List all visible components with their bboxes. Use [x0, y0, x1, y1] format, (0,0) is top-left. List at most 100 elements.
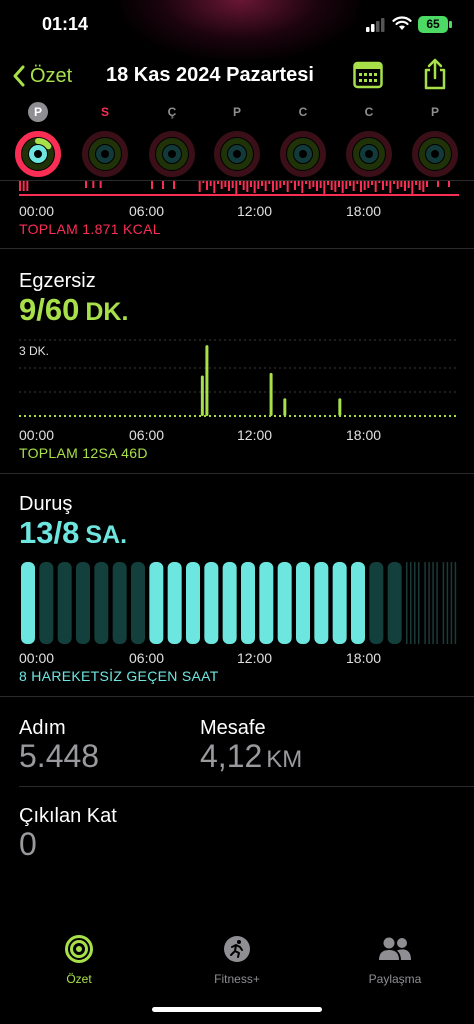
move-bar: [411, 181, 414, 194]
battery-icon: 65: [418, 16, 452, 33]
axis-label: 18:00: [346, 203, 382, 219]
move-bar: [338, 181, 340, 187]
stand-empty-slot: [414, 562, 416, 644]
move-bar: [389, 181, 392, 193]
stand-unit: SA.: [85, 521, 128, 549]
stand-empty-slot: [450, 562, 453, 644]
day-label: S: [100, 105, 109, 119]
stand-bar-inactive: [57, 562, 72, 644]
stand-empty-slot: [428, 562, 430, 644]
nav-bar: Özet 18 Kas 2024 Pazartesi: [0, 56, 474, 96]
move-axis: 00:00 06:00 12:00 18:00: [19, 203, 459, 219]
move-bar: [268, 181, 271, 184]
move-bar: [286, 181, 289, 192]
stand-bar-inactive: [387, 562, 402, 644]
back-button[interactable]: Özet: [12, 58, 72, 94]
runner-icon: [224, 936, 250, 962]
stand-bar-active: [149, 562, 164, 644]
axis-label: 06:00: [129, 650, 165, 666]
exercise-bar: [338, 398, 342, 416]
day-2[interactable]: Ç: [147, 102, 197, 178]
move-bar: [275, 181, 278, 190]
day-0[interactable]: P: [13, 102, 63, 178]
stand-empty-slot: [442, 562, 445, 644]
stand-bar-inactive: [131, 562, 145, 644]
exercise-bar: [283, 398, 287, 416]
stand-value: 13/8 SA.: [19, 515, 127, 551]
steps-label: Adım: [19, 717, 66, 739]
home-indicator: [152, 1007, 322, 1012]
axis-label: 12:00: [237, 650, 273, 666]
move-chart: [19, 181, 459, 196]
stand-bar-inactive: [94, 562, 109, 644]
tab-summary[interactable]: Özet: [29, 934, 129, 986]
distance-amount: 4,12: [200, 738, 263, 774]
day-5[interactable]: C: [344, 102, 394, 178]
calendar-icon[interactable]: [353, 61, 383, 89]
move-bar: [99, 181, 102, 188]
stand-bar-inactive: [112, 562, 127, 644]
day-4[interactable]: C: [278, 102, 328, 178]
exercise-total: TOPLAM 12SA 46D: [19, 445, 148, 461]
floors-label: Çıkılan Kat: [19, 805, 117, 827]
stand-bar-active: [167, 562, 182, 644]
stand-bar-active: [351, 562, 365, 644]
stand-empty-slot: [424, 562, 426, 644]
chevron-left-icon: [13, 65, 25, 87]
move-bar: [261, 181, 263, 186]
stand-bar-active: [259, 562, 274, 644]
move-bar: [334, 181, 337, 192]
move-bar: [26, 181, 29, 191]
status-bar: 01:14 65: [0, 0, 474, 50]
stand-chart: [21, 562, 457, 644]
stand-bar-active: [222, 562, 237, 644]
move-bar: [330, 181, 333, 190]
move-bar: [220, 181, 223, 189]
day-label: C: [364, 105, 374, 119]
move-bar: [290, 181, 293, 183]
battery-level: 65: [426, 17, 440, 31]
distance-value: 4,12 KM: [200, 738, 302, 775]
status-time: 01:14: [42, 14, 89, 34]
move-bar: [363, 181, 366, 190]
tab-bar: Özet Fitness+ Paylaşma: [0, 930, 474, 990]
move-bar: [19, 181, 21, 191]
section-divider: [0, 696, 474, 697]
move-bar: [327, 181, 329, 185]
axis-label: 06:00: [129, 427, 165, 443]
cellular-signal-icon: [366, 18, 385, 32]
activity-rings-icon: [65, 935, 93, 963]
move-bar: [374, 181, 377, 192]
move-bar: [198, 181, 201, 192]
stand-title: Duruş: [19, 493, 73, 515]
wifi-icon: [392, 16, 412, 30]
page-title: 18 Kas 2024 Pazartesi: [106, 64, 314, 86]
day-1[interactable]: S: [80, 102, 130, 178]
stand-empty-slot: [432, 562, 434, 644]
steps-value: 5.448: [19, 738, 100, 774]
move-bar: [242, 181, 245, 190]
day-label: Ç: [167, 105, 177, 119]
stand-empty-slot: [436, 562, 438, 644]
move-bar: [228, 181, 230, 191]
day-3[interactable]: P: [212, 102, 262, 178]
move-bar: [393, 181, 395, 184]
distance-label: Mesafe: [200, 717, 266, 739]
section-divider: [0, 248, 474, 249]
move-bar: [312, 181, 315, 187]
exercise-bar: [205, 345, 209, 416]
day-6[interactable]: P: [410, 102, 460, 178]
share-icon[interactable]: [422, 58, 448, 90]
stand-axis: 00:00 06:00 12:00 18:00: [19, 650, 459, 666]
stand-bar-active: [186, 562, 200, 644]
move-bar: [349, 181, 351, 186]
axis-label: 06:00: [129, 203, 165, 219]
tab-sharing[interactable]: Paylaşma: [345, 934, 445, 986]
move-bar: [22, 181, 25, 191]
exercise-bar: [269, 372, 273, 416]
move-bar: [250, 181, 252, 187]
tab-fitness-plus[interactable]: Fitness+: [187, 934, 287, 986]
stand-empty-slot: [454, 562, 457, 644]
week-strip: P S Ç P C C P: [0, 102, 474, 180]
stand-total: 8 HAREKETSİZ GEÇEN SAAT: [19, 668, 219, 684]
